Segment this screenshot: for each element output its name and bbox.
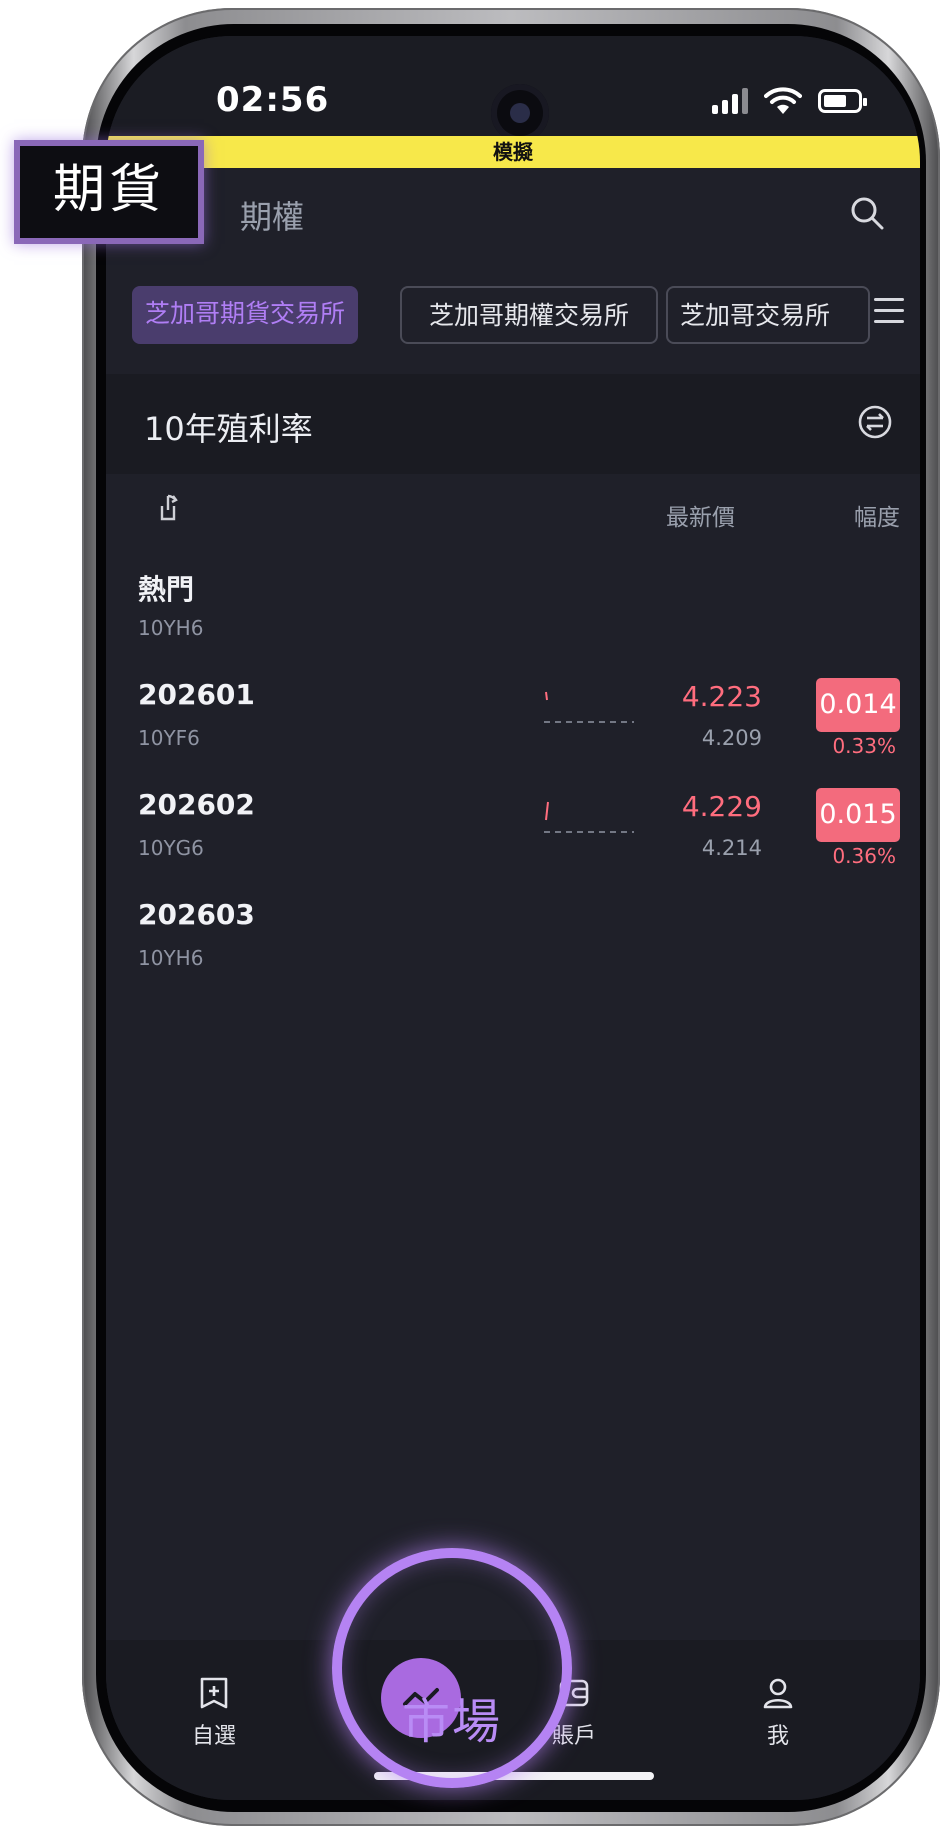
list-item[interactable]: 熱門 10YH6: [106, 558, 920, 658]
wifi-icon: [764, 87, 802, 114]
contract-code: 10YH6: [138, 946, 204, 970]
market-highlight-ring: [332, 1548, 572, 1788]
change-badge: 0.015: [816, 788, 900, 842]
menu-icon[interactable]: [874, 298, 904, 328]
simulation-banner: 模擬: [106, 136, 920, 168]
contract-name: 熱門: [138, 573, 195, 606]
add-watchlist-icon: [200, 1677, 228, 1709]
exchange-cbot[interactable]: 芝加哥期貨交易所: [132, 286, 358, 344]
exchange-cme[interactable]: 芝加哥交易所: [666, 286, 870, 344]
cellular-signal-icon: [712, 88, 748, 114]
contract-code: 10YG6: [138, 836, 204, 860]
nav-watchlist[interactable]: 自選: [174, 1676, 254, 1750]
change-percent: 0.36%: [832, 844, 896, 868]
contract-code: 10YF6: [138, 726, 200, 750]
share-icon[interactable]: [158, 492, 184, 522]
nav-me[interactable]: 我: [738, 1676, 818, 1750]
previous-price: 4.209: [701, 726, 762, 750]
contract-name: 202602: [138, 788, 255, 821]
status-bar: 02:56: [106, 36, 920, 142]
previous-price: 4.214: [701, 836, 762, 860]
column-latest-price[interactable]: 最新價: [666, 498, 735, 532]
contract-name: 202601: [138, 678, 255, 711]
sparkline: [544, 801, 634, 833]
app-screen: 02:56 模擬 期權 芝加哥期貨交易所 芝加哥期權交易所 芝加哥交易所 10年…: [106, 36, 920, 1800]
search-icon[interactable]: [850, 196, 884, 230]
exchange-cboe[interactable]: 芝加哥期權交易所: [400, 286, 658, 344]
contract-code: 10YH6: [138, 616, 204, 640]
user-icon: [763, 1678, 793, 1709]
front-camera: [491, 84, 549, 142]
list-item[interactable]: 202601 10YF6 4.223 4.209 0.014 0.33%: [106, 668, 920, 768]
exchange-selector: 芝加哥期貨交易所 芝加哥期權交易所 芝加哥交易所: [106, 286, 920, 352]
nav-me-label: 我: [766, 1724, 789, 1749]
latest-price: 4.229: [681, 790, 762, 823]
nav-market-label[interactable]: 市場: [350, 1682, 554, 1752]
list-item[interactable]: 202602 10YG6 4.229 4.214 0.015 0.36%: [106, 778, 920, 878]
status-icons: [712, 84, 867, 118]
change-percent: 0.33%: [832, 734, 896, 758]
latest-price: 4.223: [681, 680, 762, 713]
column-header: 最新價 幅度: [106, 474, 920, 554]
tab-options[interactable]: 期權: [240, 192, 304, 238]
swap-icon[interactable]: [858, 405, 892, 439]
top-tabs: 期權: [106, 168, 920, 258]
sparkline: [544, 691, 634, 723]
tab-futures[interactable]: 期貨: [14, 140, 204, 244]
section-title: 10年殖利率: [144, 410, 313, 448]
change-badge: 0.014: [816, 678, 900, 732]
section-header: 10年殖利率: [106, 374, 920, 474]
nav-watchlist-label: 自選: [191, 1724, 236, 1749]
column-change[interactable]: 幅度: [854, 498, 900, 532]
status-time: 02:56: [216, 80, 330, 120]
battery-icon: [818, 89, 867, 113]
list-item[interactable]: 202603 10YH6: [106, 888, 920, 988]
contract-name: 202603: [138, 898, 255, 931]
